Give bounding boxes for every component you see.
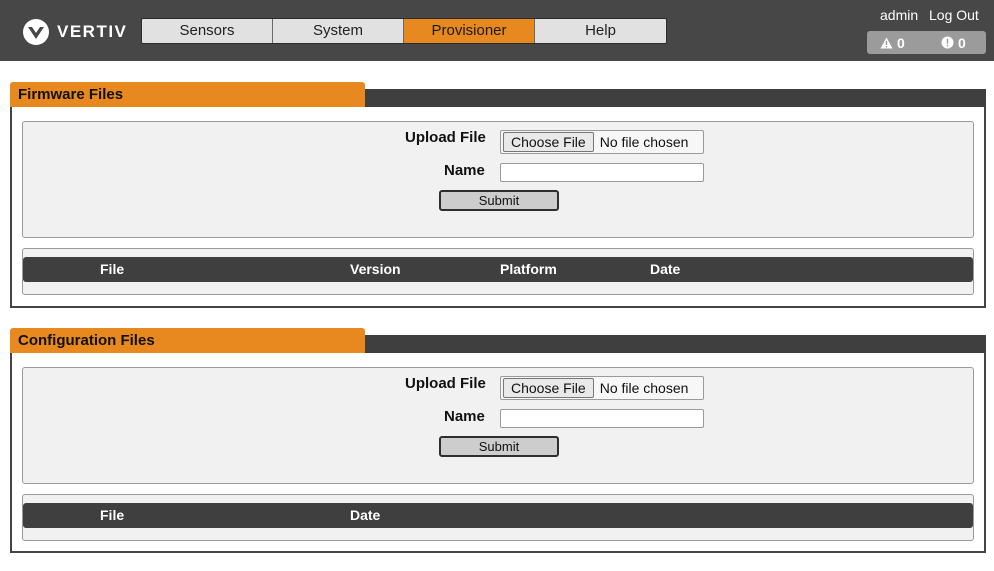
column-file[interactable]: File [100, 503, 124, 528]
panel-header: Firmware Files [10, 82, 986, 107]
panel-body: Upload File Choose File No file chosen N… [10, 353, 986, 553]
warning-triangle-icon [880, 37, 893, 48]
upload-form: Upload File Choose File No file chosen N… [22, 367, 974, 484]
panel-body: Upload File Choose File No file chosen N… [10, 107, 986, 308]
name-input[interactable] [500, 409, 704, 428]
submit-button[interactable]: Submit [439, 190, 559, 211]
tab-help[interactable]: Help [535, 19, 666, 43]
column-file[interactable]: File [100, 257, 124, 282]
choose-file-button[interactable]: Choose File [503, 132, 594, 152]
firmware-files-panel: Firmware Files Upload File Choose File N… [10, 82, 986, 308]
main-nav: Sensors System Provisioner Help [141, 18, 667, 44]
file-status: No file chosen [599, 380, 689, 396]
vertiv-logo[interactable]: VERTIV [22, 17, 127, 47]
file-status: No file chosen [599, 134, 689, 150]
logout-link[interactable]: Log Out [929, 7, 979, 23]
column-platform[interactable]: Platform [500, 257, 557, 282]
exclamation-circle-icon [941, 36, 954, 49]
column-version[interactable]: Version [350, 257, 401, 282]
upload-form: Upload File Choose File No file chosen N… [22, 121, 974, 238]
file-picker[interactable]: Choose File No file chosen [500, 130, 704, 154]
alarm-summary: 0 0 [867, 31, 986, 54]
warning-alarms[interactable]: 0 [880, 35, 905, 51]
current-user: admin [880, 7, 919, 23]
table-header: File Date [23, 503, 973, 528]
panel-header: Configuration Files [10, 328, 986, 353]
column-date[interactable]: Date [350, 503, 380, 528]
firmware-table: File Version Platform Date [22, 248, 974, 295]
configuration-files-panel: Configuration Files Upload File Choose F… [10, 328, 986, 553]
critical-alarms[interactable]: 0 [941, 35, 966, 51]
name-label: Name [444, 408, 485, 425]
upload-file-label: Upload File [405, 129, 486, 146]
panel-title: Configuration Files [10, 328, 365, 353]
top-bar: VERTIV Sensors System Provisioner Help a… [0, 0, 994, 61]
configuration-table: File Date [22, 494, 974, 541]
choose-file-button[interactable]: Choose File [503, 378, 594, 398]
tab-system[interactable]: System [273, 19, 404, 43]
brand-name: VERTIV [57, 22, 128, 41]
tab-provisioner[interactable]: Provisioner [404, 19, 535, 43]
tab-sensors[interactable]: Sensors [142, 19, 273, 43]
file-picker[interactable]: Choose File No file chosen [500, 376, 704, 400]
upload-file-label: Upload File [405, 375, 486, 392]
vertiv-chevron-logo-icon [23, 19, 49, 45]
critical-count: 0 [958, 34, 966, 51]
name-label: Name [444, 162, 485, 179]
name-input[interactable] [500, 163, 704, 182]
panel-title: Firmware Files [10, 82, 365, 107]
warning-count: 0 [897, 34, 905, 51]
submit-button[interactable]: Submit [439, 436, 559, 457]
table-header: File Version Platform Date [23, 257, 973, 282]
column-date[interactable]: Date [650, 257, 680, 282]
